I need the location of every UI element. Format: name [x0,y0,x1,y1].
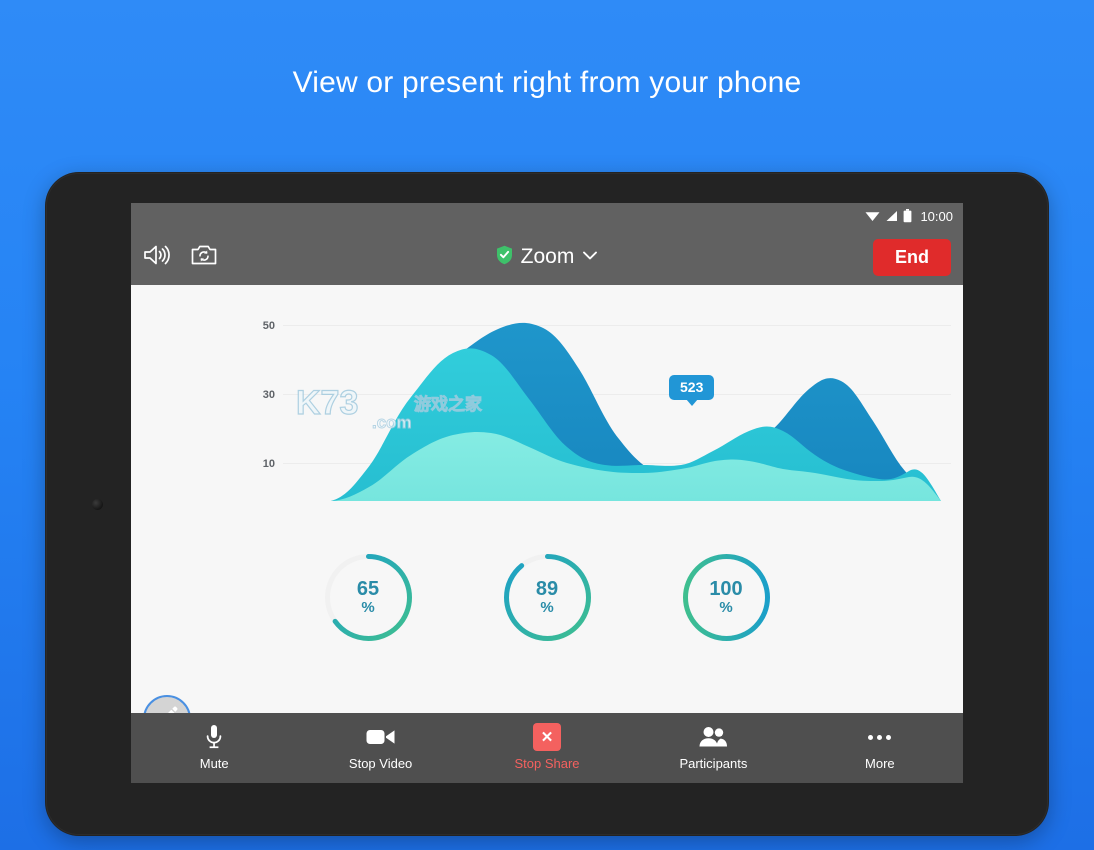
gauge-value: 100 [709,578,743,601]
meeting-bottom-bar: Mute Stop Video ✕ Stop Share Participant… [131,713,963,783]
chevron-down-icon[interactable] [582,248,598,266]
ellipsis-icon [868,725,892,749]
gauge-unit: % [540,599,554,617]
tablet-device-frame: 10:00 Zoom End 50 30 10 K73 .com 游戏之家 52… [45,172,1049,836]
gauge-label: 89 % [500,550,595,645]
mute-button[interactable]: Mute [131,725,297,771]
device-screen: 10:00 Zoom End 50 30 10 K73 .com 游戏之家 52… [131,203,963,783]
gauge-value: 89 [535,578,559,601]
video-camera-icon [366,725,396,749]
gauge-value: 65 [356,578,380,601]
chart-y-axis: 50 30 10 [263,320,275,470]
gauge-89: 89 % [500,550,595,645]
shared-screen-content: 50 30 10 K73 .com 游戏之家 523 65 % 89 % 100… [131,285,963,753]
microphone-icon [204,725,224,749]
cellular-signal-icon [885,210,898,222]
meeting-top-bar: Zoom End [131,229,963,285]
people-icon [698,725,728,749]
front-camera-dot [92,499,103,510]
participants-button[interactable]: Participants [630,725,796,771]
end-meeting-button[interactable]: End [873,238,951,276]
status-bar: 10:00 [131,203,963,229]
chart-tooltip: 523 [669,375,715,406]
close-x-icon: ✕ [533,723,562,751]
meeting-title: Zoom [520,245,575,268]
gauge-group: 65 % 89 % 100 % [131,550,963,645]
shield-check-icon [496,245,513,270]
promo-screenshot: View or present right from your phone 10… [0,0,1094,850]
status-bar-time: 10:00 [920,208,953,224]
area-chart: 50 30 10 [263,320,951,501]
more-label: More [865,756,895,771]
y-tick-50: 50 [263,320,275,332]
speaker-icon[interactable] [143,243,171,272]
stop-video-button[interactable]: Stop Video [297,725,463,771]
wifi-icon [865,210,880,222]
stop-share-label: Stop Share [514,756,580,771]
gauge-unit: % [719,599,733,617]
page-title: View or present right from your phone [292,66,802,99]
gauge-label: 100 % [679,550,774,645]
gauge-100: 100 % [679,550,774,645]
y-tick-30: 30 [263,389,275,401]
gauge-label: 65 % [321,550,416,645]
mute-label: Mute [199,756,229,771]
more-button[interactable]: More [797,725,963,771]
battery-icon [903,209,912,223]
gauge-65: 65 % [321,550,416,645]
y-tick-10: 10 [263,458,275,470]
stop-share-button[interactable]: ✕ Stop Share [464,723,630,771]
gauge-unit: % [361,599,375,617]
switch-camera-icon[interactable] [191,243,217,272]
participants-label: Participants [679,756,748,771]
stop-video-label: Stop Video [348,756,413,771]
